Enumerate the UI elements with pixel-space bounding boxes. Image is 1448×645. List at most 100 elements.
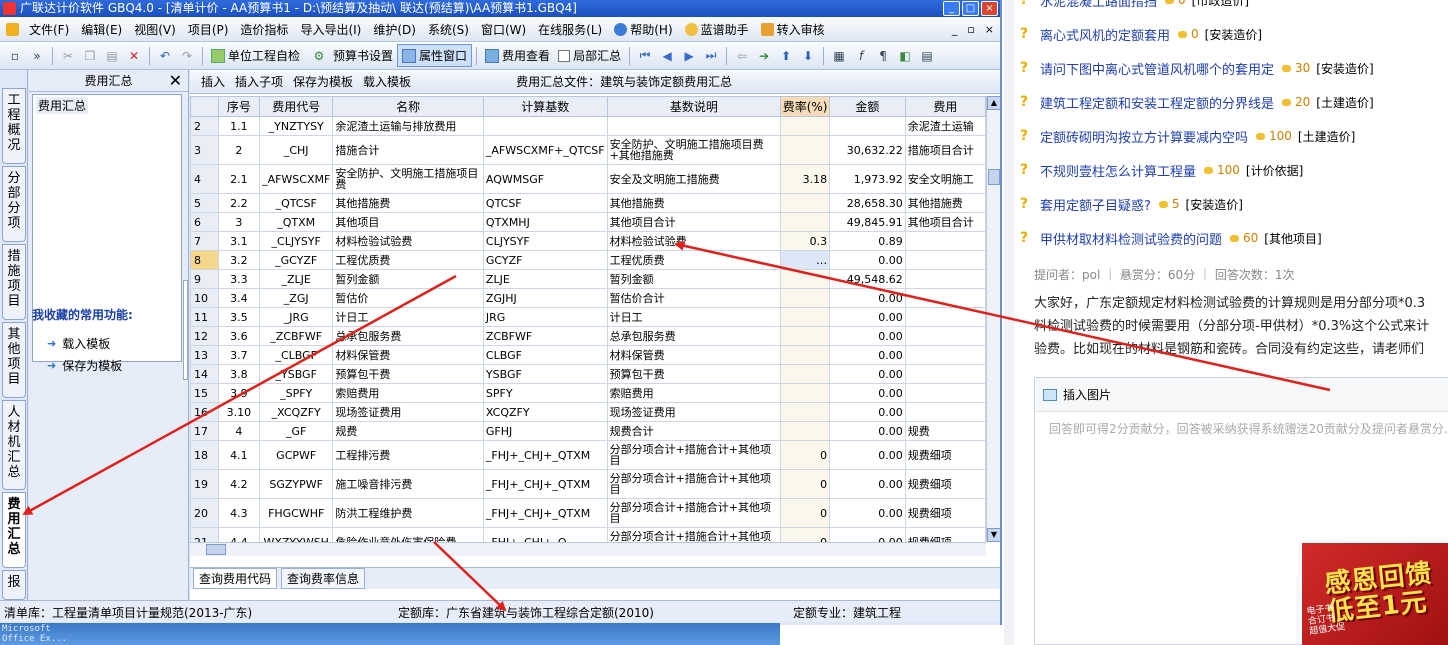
table-row[interactable]: 20 4.3 FHGCWHF 防洪工程维护费 _FHJ+_CHJ+_QTXM 分部分项合计…	[190, 498, 986, 528]
tab-project-overview[interactable]: 工程概况	[2, 88, 26, 164]
last-icon[interactable]: ⏭	[703, 48, 719, 64]
question-link[interactable]: 甲供材取材料检测试验费的问题	[1040, 229, 1222, 248]
table-row[interactable]: 15 3.9 _SPFY 索赔费用 SPFY 索赔费用 0.00	[190, 383, 986, 403]
prev-icon[interactable]: ◀	[659, 48, 675, 64]
name-cell[interactable]: 规费	[332, 421, 484, 441]
mdi-restore-button[interactable]: ▫	[967, 23, 974, 36]
name-cell[interactable]: 总承包服务费	[332, 326, 484, 346]
question-link[interactable]: 请问下图中离心式管道风机哪个的套用定	[1040, 59, 1274, 78]
code-cell[interactable]: FHGCWHF	[259, 498, 334, 528]
desc-cell[interactable]: 现场签证费用	[606, 402, 782, 422]
row-number[interactable]: 19	[190, 469, 219, 499]
table-row[interactable]: 5 2.2 _QTCSF 其他措施费 QTCSF 其他措施费 28,658.30 其他措施费	[190, 193, 986, 213]
row-number[interactable]: 17	[190, 421, 219, 441]
row-number[interactable]: 4	[190, 164, 219, 194]
name-cell[interactable]: 安全防护、文明施工措施项目费	[332, 164, 484, 194]
question-link[interactable]: 建筑工程定额和安装工程定额的分界线是	[1040, 93, 1274, 112]
grid-horizontal-scrollbar[interactable]	[190, 542, 986, 556]
seq-cell[interactable]: 2	[217, 135, 261, 165]
type-cell[interactable]: 规费细项	[904, 527, 986, 542]
table-row[interactable]: 17 4 _GF 规费 GFHJ 规费合计 0.00 规费	[190, 421, 986, 441]
question-category[interactable]: [土建造价]	[1316, 94, 1373, 111]
seq-cell[interactable]: 4.4	[217, 527, 261, 542]
type-cell[interactable]	[904, 250, 986, 270]
desc-cell[interactable]: 安全防护、文明施工措施项目费+其他措施费	[606, 135, 782, 165]
row-number[interactable]: 21	[190, 527, 219, 542]
question-link[interactable]: 离心式风机的定额套用	[1040, 25, 1170, 44]
name-cell[interactable]: 工程排污费	[332, 440, 484, 470]
type-cell[interactable]: 其他措施费	[904, 193, 986, 213]
row-number[interactable]: 14	[190, 364, 219, 384]
type-cell[interactable]	[904, 364, 986, 384]
amount-cell[interactable]: 0.00	[829, 326, 906, 346]
code-cell[interactable]: _CLJYSYF	[259, 231, 334, 251]
rate-cell[interactable]	[780, 193, 831, 213]
code-cell[interactable]: _YNZTYSY	[259, 116, 334, 136]
code-cell[interactable]: _SPFY	[259, 383, 334, 403]
desc-cell[interactable]: 分部分项合计+措施合计+其他项目	[606, 498, 782, 528]
base-cell[interactable]: SPFY	[482, 383, 608, 403]
table-row[interactable]: 2 1.1 _YNZTYSY 余泥渣土运输与排放费用 余泥渣土运输	[190, 116, 986, 136]
left-panel-scrollbar[interactable]	[183, 280, 188, 380]
close-button[interactable]: ×	[981, 1, 998, 16]
col-header-base[interactable]: 计算基数	[482, 96, 608, 117]
more-icon[interactable]: »	[29, 48, 45, 64]
type-cell[interactable]: 规费细项	[904, 440, 986, 470]
menu-window[interactable]: 窗口(W)	[475, 21, 532, 38]
type-cell[interactable]	[904, 307, 986, 327]
rate-cell[interactable]	[780, 135, 831, 165]
row-number[interactable]: 15	[190, 383, 219, 403]
partial-summary-checkbox[interactable]: 局部汇总	[554, 45, 625, 66]
col-header-rownum[interactable]	[190, 96, 219, 117]
code-cell[interactable]: _CLBGF	[259, 345, 334, 365]
rate-cell[interactable]: 0	[780, 440, 831, 470]
base-cell[interactable]: YSBGF	[482, 364, 608, 384]
fee-view-button[interactable]: 费用查看	[481, 45, 554, 66]
base-cell[interactable]: GFHJ	[482, 421, 608, 441]
move-up-icon[interactable]: ⬆	[778, 48, 794, 64]
table-row[interactable]: 3 2 _CHJ 措施合计 _AFWSCXMF+_QTCSF 安全防护、文明施工措施项目费…	[190, 135, 986, 165]
row-number[interactable]: 3	[190, 135, 219, 165]
tab-labor-material[interactable]: 人材机汇总	[2, 400, 26, 490]
name-cell[interactable]: 措施合计	[332, 135, 484, 165]
table-row[interactable]: 11 3.5 _JRG 计日工 JRG 计日工 0.00	[190, 307, 986, 327]
seq-cell[interactable]: 3.3	[217, 269, 261, 289]
list-icon[interactable]: ▤	[919, 48, 935, 64]
seq-cell[interactable]: 4.3	[217, 498, 261, 528]
base-cell[interactable]	[482, 116, 608, 136]
menu-online-service[interactable]: 在线服务(L)	[532, 21, 608, 38]
table-row[interactable]: 13 3.7 _CLBGF 材料保管费 CLBGF 材料保管费 0.00	[190, 345, 986, 365]
table-row[interactable]: 21 4.4 WXZYYWSH 危险作业意外伤害保险费 _FHJ+_CHJ+_Q 分部分项…	[190, 527, 986, 542]
name-cell[interactable]: 暂估价	[332, 288, 484, 308]
copy-icon[interactable]: ❐	[82, 48, 98, 64]
rate-cell[interactable]	[780, 307, 831, 327]
seq-cell[interactable]: 4	[217, 421, 261, 441]
amount-cell[interactable]: 49,548.62	[829, 269, 906, 289]
name-cell[interactable]: 工程优质费	[332, 250, 484, 270]
table-row[interactable]: 10 3.4 _ZGJ 暂估价 ZGJHJ 暂估价合计 0.00	[190, 288, 986, 308]
first-icon[interactable]: ⏮	[637, 48, 653, 64]
redo-icon[interactable]: ↷	[179, 48, 195, 64]
desc-cell[interactable]: 材料保管费	[606, 345, 782, 365]
question-category[interactable]: [安装造价]	[1186, 196, 1243, 213]
menu-audit[interactable]: 转入审核	[755, 21, 831, 38]
base-cell[interactable]: _FHJ+_CHJ+_QTXM	[482, 469, 608, 499]
scroll-thumb[interactable]	[988, 169, 1000, 185]
base-cell[interactable]: _FHJ+_CHJ+_QTXM	[482, 440, 608, 470]
base-cell[interactable]: CLBGF	[482, 345, 608, 365]
code-cell[interactable]: SGZYPWF	[259, 469, 334, 499]
row-number[interactable]: 13	[190, 345, 219, 365]
paste-icon[interactable]: ▤	[104, 48, 120, 64]
row-number[interactable]: 6	[190, 212, 219, 232]
minimize-button[interactable]: _	[943, 1, 960, 16]
base-cell[interactable]: _FHJ+_CHJ+_Q	[482, 527, 608, 542]
desc-cell[interactable]: 总承包服务费	[606, 326, 782, 346]
load-template-button[interactable]: 载入模板	[358, 73, 416, 90]
row-number[interactable]: 11	[190, 307, 219, 327]
menu-help[interactable]: 帮助(H)	[608, 21, 678, 38]
amount-cell[interactable]: 0.89	[829, 231, 906, 251]
name-cell[interactable]: 其他措施费	[332, 193, 484, 213]
seq-cell[interactable]: 1.1	[217, 116, 261, 136]
base-cell[interactable]: ZLJE	[482, 269, 608, 289]
rate-cell[interactable]: 0	[780, 469, 831, 499]
